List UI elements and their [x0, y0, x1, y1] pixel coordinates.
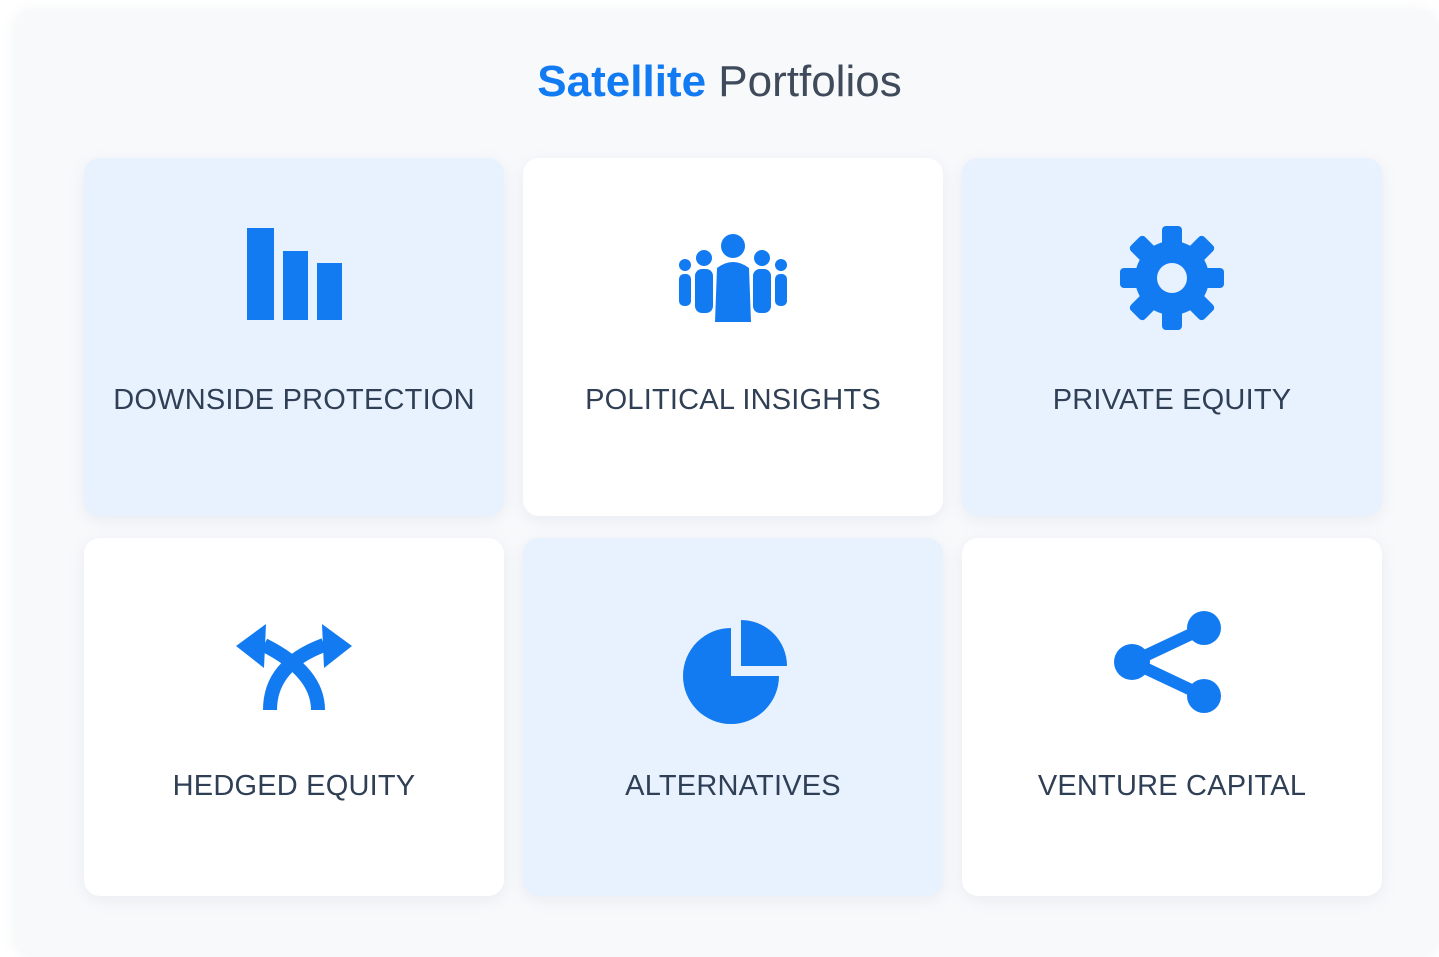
people-group-icon — [673, 218, 793, 338]
card-label-alternatives: ALTERNATIVES — [625, 770, 841, 802]
bar-chart-icon — [234, 218, 354, 338]
title-rest: Portfolios — [718, 57, 902, 106]
card-label-downside-protection: DOWNSIDE PROTECTION — [113, 384, 475, 416]
pie-chart-icon — [673, 610, 793, 730]
card-alternatives[interactable]: ALTERNATIVES — [523, 538, 943, 896]
share-icon — [1112, 610, 1232, 730]
card-venture-capital[interactable]: VENTURE CAPITAL — [962, 538, 1382, 896]
card-label-hedged-equity: HEDGED EQUITY — [172, 770, 416, 802]
card-label-private-equity: PRIVATE EQUITY — [1052, 384, 1292, 416]
gear-icon — [1112, 218, 1232, 338]
card-label-political-insights: POLITICAL INSIGHTS — [585, 384, 881, 416]
card-political-insights[interactable]: POLITICAL INSIGHTS — [523, 158, 943, 516]
title-accent: Satellite — [537, 57, 707, 106]
card-private-equity[interactable]: PRIVATE EQUITY — [962, 158, 1382, 516]
card-label-venture-capital: VENTURE CAPITAL — [1037, 770, 1307, 802]
split-arrows-icon — [234, 610, 354, 730]
page-title: Satellite Portfolios — [0, 52, 1439, 112]
card-hedged-equity[interactable]: HEDGED EQUITY — [84, 538, 504, 896]
card-downside-protection[interactable]: DOWNSIDE PROTECTION — [84, 158, 504, 516]
